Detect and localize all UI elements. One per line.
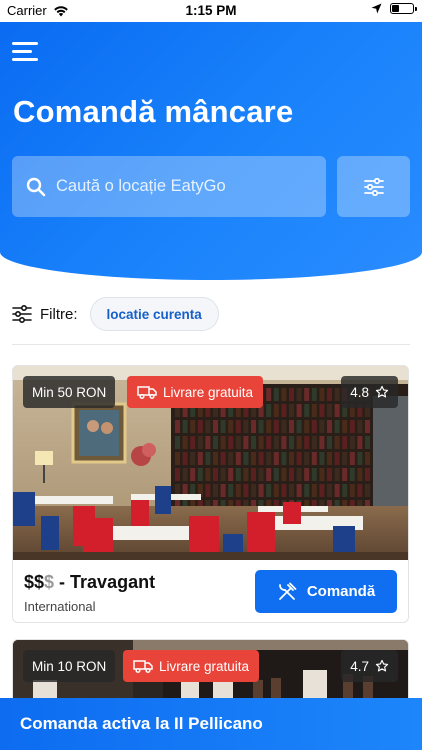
location-arrow-icon [371,3,382,14]
filters-row: Filtre: locatie curenta [12,297,219,331]
active-order-bar[interactable]: Comanda activa la Il Pellicano [0,698,422,750]
rating-badge: 4.7 [341,650,398,682]
rating-value: 4.7 [350,658,369,674]
search-icon [26,177,46,196]
free-delivery-badge: Livrare gratuita [123,650,260,682]
min-order-badge: Min 10 RON [23,650,116,682]
filter-button[interactable] [337,156,410,217]
menu-icon[interactable] [12,40,40,64]
order-button[interactable]: Comandă [255,570,397,613]
filter-chip-current-location[interactable]: locatie curenta [89,297,219,331]
free-delivery-badge: Livrare gratuita [127,376,264,408]
price-range: $$$ - Travagant [24,572,156,592]
min-order-badge: Min 50 RON [23,376,116,408]
rating-badge: 4.8 [341,376,398,408]
cuisine-label: International [24,599,96,614]
filters-label: Filtre: [40,305,78,323]
restaurant-card[interactable]: Min 50 RON Livrare gratuita 4.8 $$$ - Tr… [12,365,409,623]
restaurant-photo: Min 50 RON Livrare gratuita 4.8 [13,366,408,560]
star-icon [375,659,389,672]
free-delivery-label: Livrare gratuita [163,384,254,400]
free-delivery-label: Livrare gratuita [159,658,250,674]
clock: 1:15 PM [185,3,237,18]
search-bar[interactable] [12,156,326,217]
active-order-label: Comanda activa la Il Pellicano [20,714,263,733]
sliders-icon [363,177,384,196]
delivery-truck-icon [133,660,153,674]
filter-sliders-icon [12,305,32,323]
header: Comandă mâncare [0,22,422,280]
status-bar: Carrier 1:15 PM [0,0,422,22]
star-icon [375,385,389,398]
delivery-truck-icon [137,386,157,400]
divider [12,344,410,345]
order-button-label: Comandă [306,583,376,600]
battery-icon [390,3,417,14]
search-input[interactable] [56,177,306,196]
rating-value: 4.8 [350,384,369,400]
page-title: Comandă mâncare [13,94,294,129]
utensils-icon [278,582,297,600]
